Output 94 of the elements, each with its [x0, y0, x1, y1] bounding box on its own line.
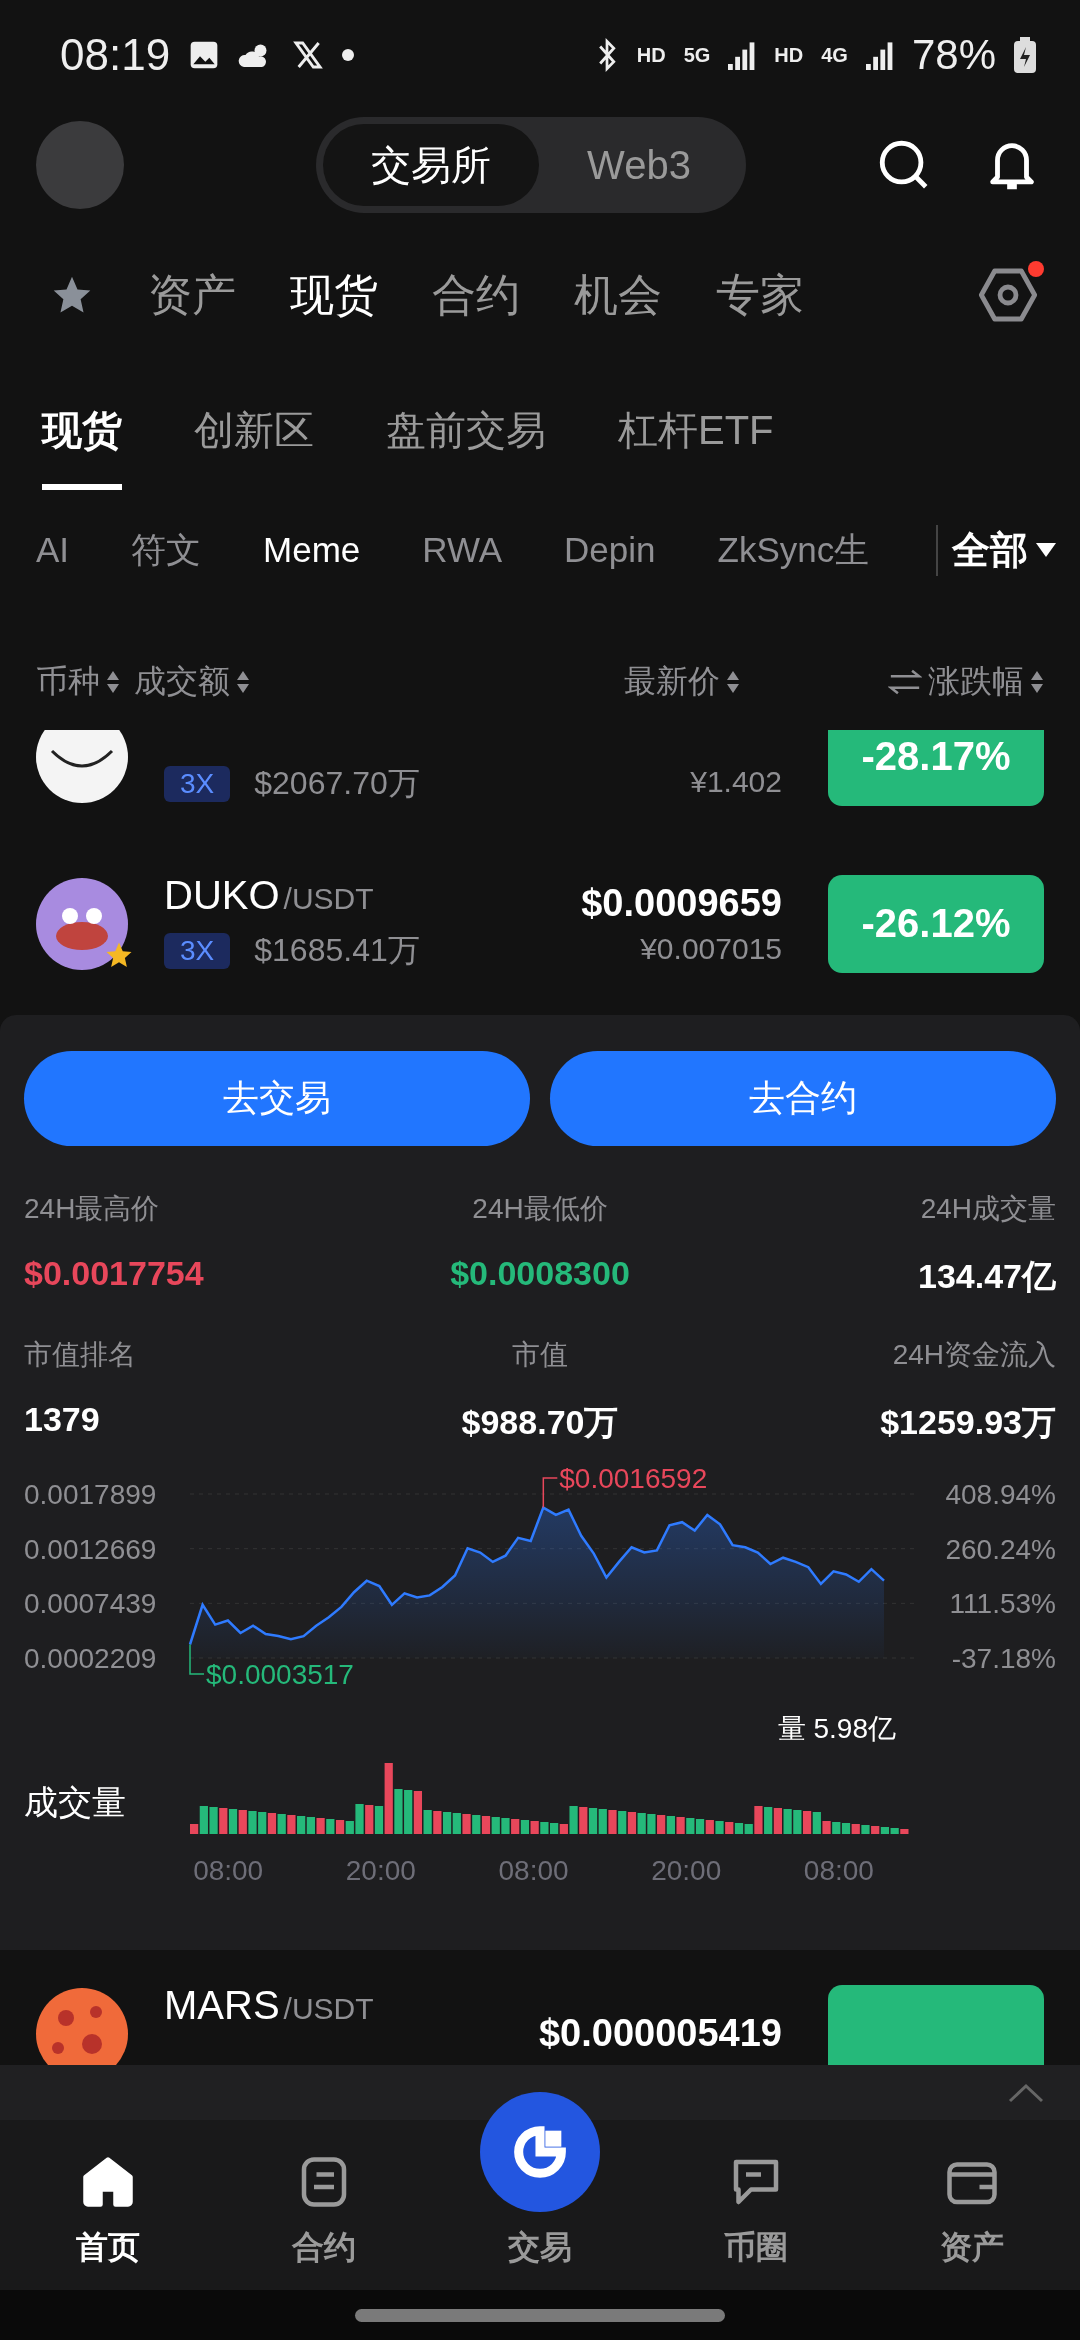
stat-label: 24H成交量: [920, 1192, 1056, 1226]
price-text: $0.0009659: [581, 881, 782, 926]
leader-line: [189, 1643, 205, 1675]
price-cny-text: ¥1.402: [690, 764, 782, 799]
volume-total: 量 5.98亿: [777, 1712, 896, 1746]
column-header[interactable]: 最新价: [624, 660, 740, 704]
main-tab[interactable]: 专家: [716, 265, 804, 325]
stat-label: 24H最低价: [472, 1192, 608, 1226]
axis-label: 0.0012669: [24, 1533, 157, 1565]
nav-tab[interactable]: 首页: [0, 2152, 216, 2270]
main-tab[interactable]: 机会: [574, 265, 662, 325]
coin-name: DUKO: [164, 872, 280, 918]
leverage-tag: 3X: [164, 765, 231, 802]
cartoon-cat-icon: [36, 877, 128, 970]
axis-label: 0.0017899: [24, 1479, 157, 1510]
time-label: 20:00: [651, 1855, 722, 1886]
annotation-label: $0.0003517: [206, 1659, 354, 1690]
stat-label: 市值排名: [24, 1338, 136, 1372]
sub-tab[interactable]: 盘前交易: [386, 370, 546, 490]
nav-tab[interactable]: 交易: [432, 2092, 648, 2270]
volume-text: $1685.41万: [254, 930, 420, 970]
stat-label: 24H最高价: [24, 1192, 160, 1226]
category-tab[interactable]: 符文: [131, 526, 202, 574]
battery-icon: [1014, 37, 1036, 73]
time-label: 20:00: [345, 1855, 416, 1886]
signal-icon: [728, 40, 757, 70]
mode-segment[interactable]: Web3: [539, 124, 739, 206]
chevron-up-icon[interactable]: [1008, 2082, 1044, 2103]
sort-icon: [106, 669, 120, 695]
network-label: 4G: [821, 43, 848, 67]
planet-icon: [36, 1987, 128, 2065]
price-text: $0.000005419: [538, 2011, 782, 2056]
main-tab[interactable]: 资产: [148, 265, 236, 325]
stat-value: $0.0008300: [450, 1254, 630, 1293]
letter-x-icon: [292, 39, 325, 71]
sub-tab[interactable]: 创新区: [194, 370, 314, 490]
leader-line: [542, 1477, 559, 1509]
nav-tab[interactable]: 合约: [216, 2152, 432, 2270]
stat-value: 1379: [24, 1400, 100, 1439]
stat-value: 134.47亿: [918, 1256, 1056, 1297]
coin-icon: [36, 730, 128, 803]
all-dropdown[interactable]: 全部: [936, 524, 1056, 576]
sort-icon: [1030, 669, 1044, 695]
axis-label: 0.0007439: [24, 1588, 157, 1620]
status-time: 08:19: [60, 30, 171, 80]
volume-text: $2067.70万: [254, 763, 420, 803]
category-tab[interactable]: Meme: [263, 530, 361, 570]
dot-icon: [342, 49, 355, 61]
main-tab[interactable]: 合约: [432, 265, 520, 325]
stat-value: $1259.93万: [880, 1402, 1056, 1443]
axis-label: 260.24%: [945, 1533, 1056, 1565]
pair-label: /USDT: [283, 1991, 374, 2026]
column-header[interactable]: 成交额: [134, 660, 250, 704]
category-tab[interactable]: Depin: [564, 530, 656, 570]
battery-percent: 78%: [911, 31, 996, 79]
stat-label: 24H资金流入: [892, 1338, 1056, 1372]
axis-label: 0.0002209: [24, 1643, 157, 1674]
swap-icon: [888, 667, 922, 697]
nav-tab[interactable]: 币圈: [648, 2152, 864, 2270]
leverage-tag: 3X: [164, 932, 231, 969]
home-indicator[interactable]: [355, 2308, 725, 2322]
sub-tab[interactable]: 杠杆ETF: [618, 370, 774, 490]
main-tab[interactable]: 现货: [290, 265, 378, 325]
time-label: 08:00: [803, 1855, 874, 1886]
mode-segment[interactable]: 交易所: [323, 124, 540, 206]
sort-icon: [236, 669, 250, 695]
network-label: HD: [774, 43, 804, 67]
stat-label: 市值: [512, 1338, 568, 1372]
signal-icon: [865, 40, 894, 70]
category-tab[interactable]: ZkSync生: [717, 526, 870, 574]
volume-label: 成交量: [24, 1782, 127, 1823]
nav-tab[interactable]: 资产: [864, 2152, 1080, 2270]
network-label: 5G: [683, 43, 711, 67]
column-header[interactable]: 币种: [36, 660, 120, 704]
category-tab[interactable]: RWA: [422, 530, 503, 570]
time-label: 08:00: [193, 1855, 264, 1886]
coin-name: MARS: [164, 1982, 280, 2028]
axis-label: 408.94%: [945, 1479, 1056, 1510]
stat-value: $988.70万: [461, 1402, 619, 1443]
column-header[interactable]: 涨跌幅: [888, 660, 1044, 704]
sub-tab[interactable]: 现货: [42, 370, 122, 490]
action-button[interactable]: 去合约: [550, 1051, 1056, 1146]
stat-value: $0.0017754: [24, 1254, 204, 1293]
axis-label: 111.53%: [949, 1588, 1056, 1620]
axis-label: -37.18%: [951, 1643, 1056, 1674]
annotation-label: $0.0016592: [559, 1464, 708, 1494]
price-cny-text: ¥0.007015: [640, 931, 782, 966]
category-tab[interactable]: AI: [36, 530, 70, 570]
action-button[interactable]: 去交易: [24, 1051, 530, 1146]
sort-icon: [726, 669, 740, 695]
network-label: HD: [636, 43, 666, 67]
pair-label: /USDT: [283, 881, 374, 916]
time-label: 08:00: [498, 1855, 569, 1886]
caret-icon: [1036, 543, 1056, 557]
